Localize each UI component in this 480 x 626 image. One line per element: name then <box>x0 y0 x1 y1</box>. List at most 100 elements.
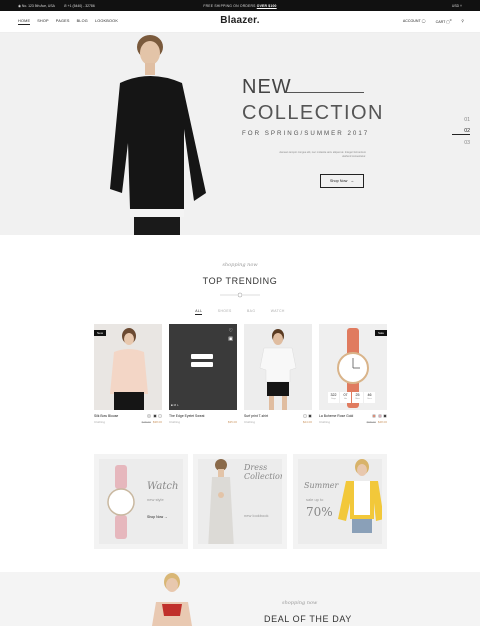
swatch-black[interactable] <box>383 414 387 418</box>
sale-badge: Sale <box>374 330 387 336</box>
arrow-right-icon: → <box>350 179 355 183</box>
product-card[interactable]: ■ M L ♡ ▣ The Edge Eyelet Sweat Clothing… <box>169 324 237 424</box>
hero-subtitle: FOR SPRING/SUMMER 2017 <box>242 130 370 137</box>
filter-watch[interactable]: WATCH <box>271 309 285 313</box>
shipping-link[interactable]: OVER $100 <box>257 4 277 8</box>
product-price: $35.00 <box>228 420 237 424</box>
cart-link[interactable]: CART ▢0 <box>436 18 452 24</box>
swatch-white[interactable] <box>158 414 162 418</box>
svg-text:■ M L: ■ M L <box>171 403 179 407</box>
filter-all[interactable]: ALL <box>195 309 203 315</box>
hero-title-collection: COLLECTION <box>242 102 384 124</box>
user-icon: ◯ <box>421 19 426 24</box>
product-image[interactable]: Sale 322 Days 07 Hrs 25 Mins 46 Secs <box>319 324 387 410</box>
slider-pagination: 01 02 03 <box>452 117 470 151</box>
hero-model-image <box>110 33 220 235</box>
promo-dress-title: Dress Collection <box>244 463 286 481</box>
product-photo-sweat: ■ M L <box>169 324 237 410</box>
promo-watch[interactable]: Watch new style Shop Now → <box>94 454 188 549</box>
filter-shoes[interactable]: SHOES <box>218 309 232 313</box>
product-image[interactable]: New <box>94 324 162 410</box>
promo-summer-image <box>338 459 382 533</box>
slide-indicator-1[interactable]: 01 <box>452 117 470 123</box>
swatch-black[interactable] <box>308 414 312 418</box>
hero-divider <box>286 92 364 93</box>
product-card[interactable]: New Silk Bow Blouse Clothing $48.00 $38.0… <box>94 324 162 424</box>
trending-title: TOP TRENDING <box>202 276 278 286</box>
shipping-notice: FREE SHIPPING ON ORDERS OVER $100 <box>0 4 480 8</box>
arrow-right-icon: → <box>164 515 168 519</box>
hours-label: Hrs <box>343 398 348 400</box>
price: $35.00 <box>227 420 237 424</box>
shipping-text: FREE SHIPPING ON ORDERS <box>203 3 256 8</box>
swatch-coral[interactable] <box>372 414 376 418</box>
header-actions: ACCOUNT ◯ CART ▢0 ⚲ <box>403 18 464 24</box>
slide-indicator-3[interactable]: 03 <box>452 140 470 146</box>
deal-script-label: shopping now <box>282 600 318 606</box>
shop-now-label: Shop Now <box>329 179 348 183</box>
mins-value: 25 <box>355 393 360 397</box>
account-label: ACCOUNT <box>402 19 421 24</box>
days-value: 322 <box>330 393 337 397</box>
cart-label: CART <box>435 20 446 25</box>
promo-watch-image <box>107 465 135 539</box>
divider-ornament-icon <box>220 292 260 298</box>
promo-summer-subtitle: sale up to <box>306 497 324 502</box>
currency-selector[interactable]: USD ˅ <box>452 4 462 8</box>
new-badge: New <box>94 330 107 336</box>
hero-description: Aenean tempor congue elit, nec molestie … <box>279 151 366 159</box>
countdown-hours: 07 Hrs <box>340 392 351 403</box>
product-price: $48.00 $38.00 <box>142 420 162 424</box>
promo-dress[interactable]: Dress Collection new lookbook <box>193 454 287 549</box>
product-category: Clothing <box>169 420 181 424</box>
swatch-pink[interactable] <box>377 414 382 418</box>
product-card[interactable]: Sale 322 Days 07 Hrs 25 Mins 46 Secs La Bohe… <box>319 324 387 424</box>
promo-watch-subtitle: new style <box>147 497 164 502</box>
swatch-white[interactable] <box>302 414 307 418</box>
promo-dress-subtitle: new lookbook <box>244 513 269 518</box>
product-image[interactable] <box>244 324 312 410</box>
deal-title: DEAL OF THE DAY <box>264 614 352 624</box>
account-link[interactable]: ACCOUNT ◯ <box>403 19 426 23</box>
search-icon[interactable]: ⚲ <box>461 19 464 23</box>
secs-label: Secs <box>367 398 372 400</box>
hero-banner: NEW COLLECTION FOR SPRING/SUMMER 2017 Ae… <box>0 33 480 235</box>
trending-script-label: shopping now <box>222 262 258 268</box>
price: $24.00 <box>302 420 312 424</box>
promo-watch-shop-link[interactable]: Shop Now → <box>147 515 168 519</box>
deal-model-image <box>152 573 192 626</box>
top-bar: ◉ No. 123 5th Ave, USA ✆ +1 (5440) - 327… <box>0 0 480 11</box>
product-name[interactable]: The Edge Eyelet Sweat <box>169 414 237 418</box>
product-photo-tshirt <box>259 329 297 410</box>
promo-watch-title: Watch <box>147 481 179 492</box>
mins-label: Mins <box>355 398 360 400</box>
shop-now-button[interactable]: Shop Now → <box>320 174 364 188</box>
product-price: $24.00 <box>303 420 312 424</box>
product-card[interactable]: Surf print T-shirt Clothing $24.00 <box>244 324 312 424</box>
product-photo-blouse <box>110 328 148 410</box>
heart-icon[interactable]: ♡ <box>229 328 233 334</box>
hero-title-new: NEW <box>242 76 292 98</box>
promo-dress-image <box>208 459 234 544</box>
hours-value: 07 <box>343 393 348 397</box>
color-swatches <box>302 414 312 418</box>
promo-summer-percent: 70% <box>306 505 333 519</box>
chevron-down-icon: ˅ <box>460 3 462 8</box>
product-category: Clothing <box>244 420 256 424</box>
countdown-mins: 25 Mins <box>352 392 363 403</box>
promo-link-label: Shop Now <box>147 515 164 519</box>
header: HOME SHOP PAGES BLOG LOOKBOOK Blaazer. A… <box>0 11 480 33</box>
swatch-black[interactable] <box>152 414 157 418</box>
promo-summer[interactable]: Summer sale up to 70% <box>293 454 387 549</box>
filter-bag[interactable]: BAG <box>247 309 255 313</box>
days-label: Days <box>331 398 336 400</box>
currency-label: USD <box>451 3 460 8</box>
swatch-grey[interactable] <box>147 414 151 418</box>
slide-indicator-2[interactable]: 02 <box>452 128 470 135</box>
promo-summer-title: Summer <box>304 481 339 490</box>
product-price: $68.00 $48.00 <box>367 420 387 424</box>
trending-filters: ALL SHOES BAG WATCH <box>0 309 480 315</box>
quick-view-icon[interactable]: ▣ <box>228 336 233 342</box>
product-image[interactable]: ■ M L ♡ ▣ <box>169 324 237 410</box>
cart-count: 0 <box>449 18 452 22</box>
